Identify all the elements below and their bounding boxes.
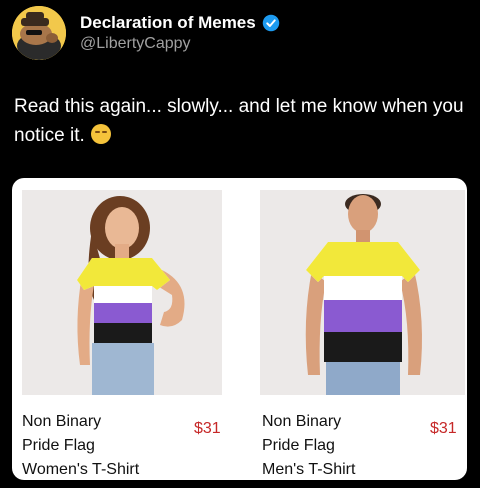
title-line: Pride Flag (262, 437, 335, 454)
handle[interactable]: @LibertyCappy (80, 35, 280, 53)
tweet-header: Declaration of Memes @LibertyCappy (12, 6, 280, 60)
media-card[interactable]: Non Binary Pride Flag Women's T-Shirt $3… (12, 178, 467, 480)
tweet-body: Read this again... slowly... and let me … (14, 96, 464, 146)
product-price-mens: $31 (430, 420, 457, 437)
product-womens-tshirt[interactable]: Non Binary Pride Flag Women's T-Shirt $3… (12, 178, 240, 480)
man-model-image (260, 190, 465, 395)
product-photo-mens[interactable] (260, 190, 465, 395)
product-photo-womens[interactable] (22, 190, 222, 395)
title-line: Men's T-Shirt (262, 461, 356, 478)
title-line: Pride Flag (22, 437, 95, 454)
smirking-face-emoji-icon (90, 124, 111, 144)
product-mens-tshirt[interactable]: Non Binary Pride Flag Men's T-Shirt $31 (252, 178, 467, 480)
avatar[interactable] (12, 6, 66, 60)
display-name[interactable]: Declaration of Memes (80, 13, 256, 33)
tweet-text: Read this again... slowly... and let me … (14, 92, 470, 150)
title-line: Non Binary (262, 413, 342, 430)
woman-model-image (22, 190, 222, 395)
title-line: Non Binary (22, 413, 102, 430)
product-price-womens: $31 (194, 420, 221, 437)
product-title-mens[interactable]: Non Binary Pride Flag Men's T-Shirt (262, 410, 355, 480)
verified-badge-icon (262, 14, 279, 32)
title-line: Women's T-Shirt (22, 461, 140, 478)
product-title-womens[interactable]: Non Binary Pride Flag Women's T-Shirt (22, 410, 139, 480)
capybara-avatar-icon (12, 6, 66, 60)
